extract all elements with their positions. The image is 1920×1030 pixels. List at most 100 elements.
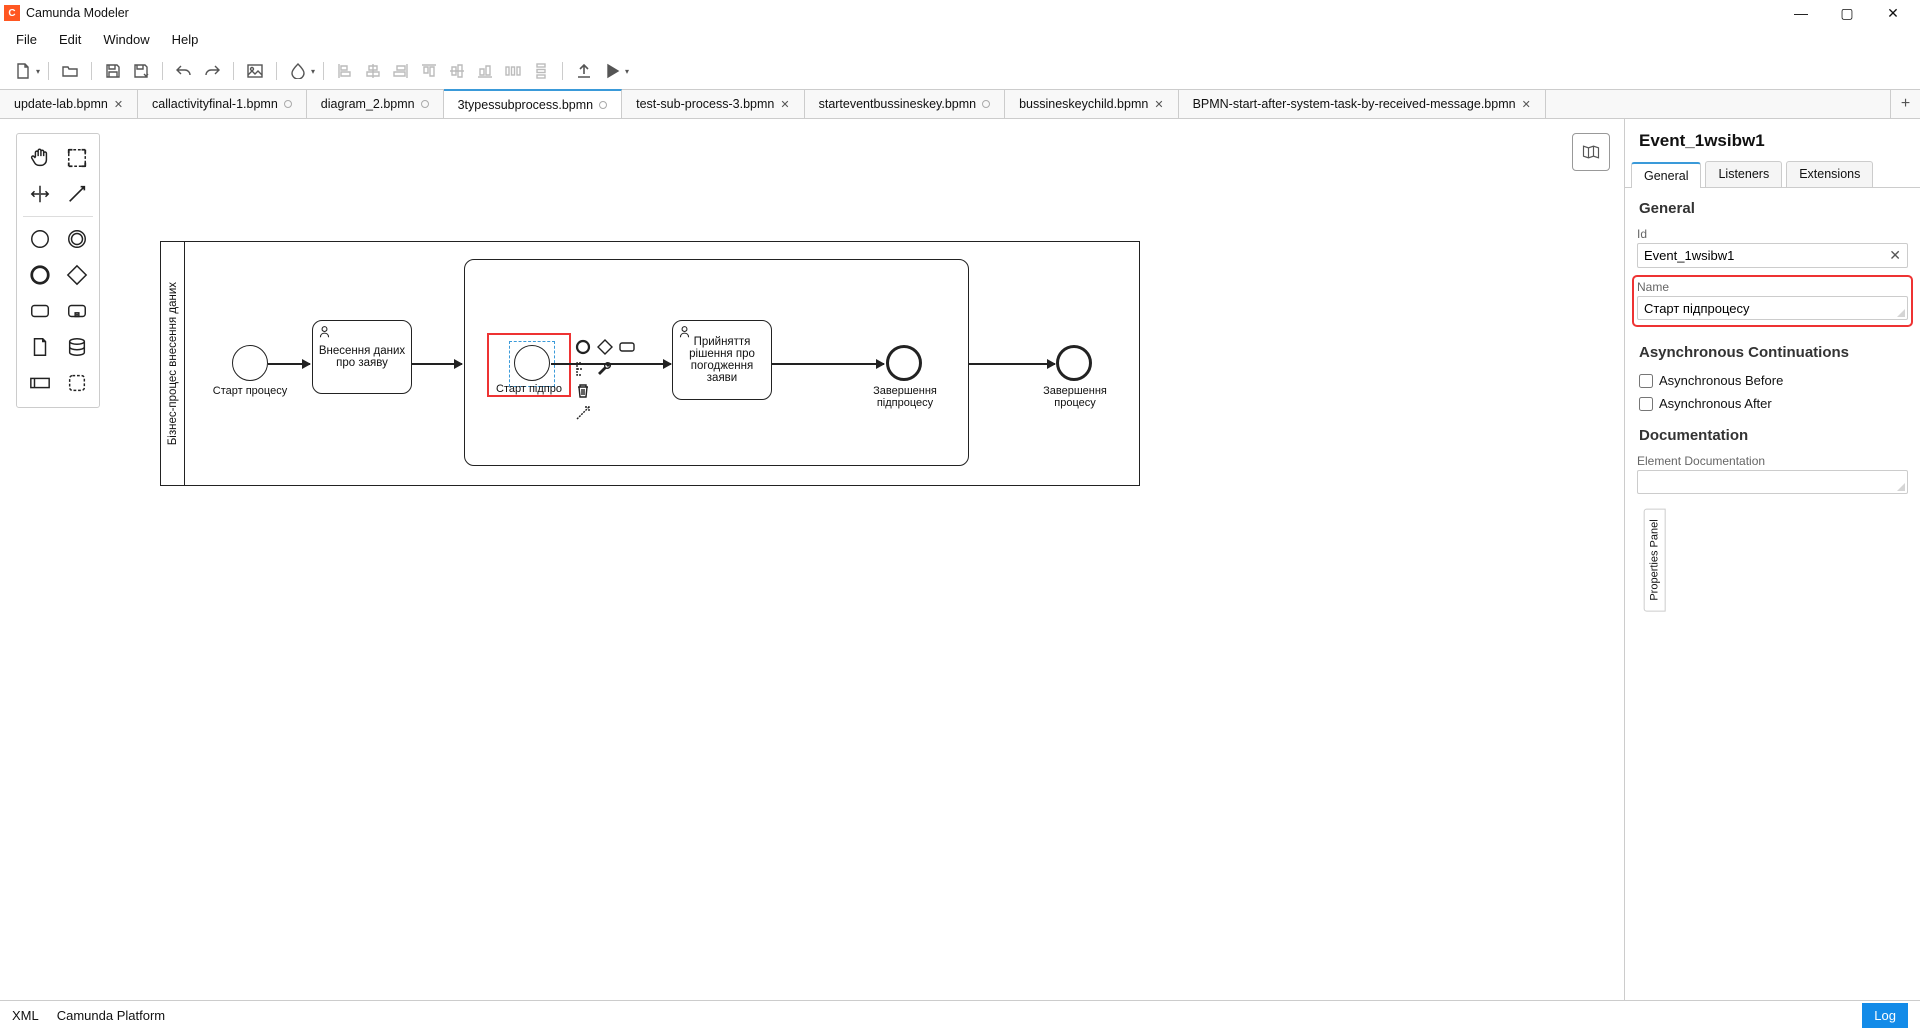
save-button[interactable] (100, 58, 126, 84)
end-event-label: Завершення процесу (1030, 385, 1120, 409)
tab-1[interactable]: callactivityfinal-1.bpmn (138, 90, 307, 118)
save-as-button[interactable] (128, 58, 154, 84)
subprocess-tool[interactable] (63, 297, 91, 325)
tab-add-button[interactable]: + (1890, 90, 1920, 118)
documentation-label: Element Documentation (1637, 454, 1908, 470)
space-tool[interactable] (26, 180, 54, 208)
properties-panel-toggle[interactable]: Properties Panel (1644, 508, 1666, 611)
open-file-button[interactable] (57, 58, 83, 84)
tab-label: diagram_2.bpmn (321, 97, 415, 111)
documentation-input[interactable] (1638, 471, 1907, 493)
field-documentation: Element Documentation (1625, 452, 1920, 502)
data-object-tool[interactable] (26, 333, 54, 361)
status-platform[interactable]: Camunda Platform (57, 1008, 165, 1023)
tab-close-icon[interactable]: ✕ (1154, 98, 1163, 111)
lasso-tool[interactable] (63, 144, 91, 172)
minimap-toggle[interactable] (1572, 133, 1610, 171)
async-before-checkbox[interactable] (1639, 374, 1653, 388)
group-tool[interactable] (63, 369, 91, 397)
tab-label: callactivityfinal-1.bpmn (152, 97, 278, 111)
connect-tool[interactable] (63, 180, 91, 208)
align-top-button[interactable] (416, 58, 442, 84)
run-dropdown-icon[interactable]: ▾ (625, 67, 629, 76)
user-task-2[interactable]: Прийняття рішення про погодження заяви (672, 320, 772, 400)
resize-handle-icon[interactable] (1895, 481, 1905, 491)
window-minimize-button[interactable]: — (1778, 0, 1824, 26)
distribute-h-button[interactable] (500, 58, 526, 84)
intermediate-event-tool[interactable] (63, 225, 91, 253)
tab-6[interactable]: bussineskeychild.bpmn✕ (1005, 90, 1178, 118)
deploy-button[interactable] (571, 58, 597, 84)
hand-tool[interactable] (26, 144, 54, 172)
sequence-flow[interactable] (969, 363, 1055, 365)
align-center-button[interactable] (360, 58, 386, 84)
group-documentation: Documentation (1625, 415, 1920, 452)
user-task-1[interactable]: Внесення даних про заяву (312, 320, 412, 394)
tab-5[interactable]: starteventbussineskey.bpmn (805, 90, 1006, 118)
align-middle-button[interactable] (444, 58, 470, 84)
status-xml[interactable]: XML (12, 1008, 39, 1023)
start-event[interactable] (232, 345, 268, 381)
ctx-end-event[interactable] (574, 338, 592, 356)
new-file-dropdown-icon[interactable]: ▾ (36, 67, 40, 76)
subprocess-start-event[interactable] (514, 345, 550, 381)
tab-2[interactable]: diagram_2.bpmn (307, 90, 444, 118)
color-dropdown-icon[interactable]: ▾ (311, 67, 315, 76)
undo-button[interactable] (171, 58, 197, 84)
ctx-delete[interactable] (574, 382, 592, 400)
subprocess-end-event[interactable] (886, 345, 922, 381)
export-image-button[interactable] (242, 58, 268, 84)
tab-3[interactable]: 3typessubprocess.bpmn (444, 89, 623, 118)
run-button[interactable] (599, 58, 625, 84)
menu-edit[interactable]: Edit (53, 30, 87, 49)
menu-window[interactable]: Window (97, 30, 155, 49)
sequence-flow[interactable] (772, 363, 884, 365)
ctx-gateway[interactable] (596, 338, 614, 356)
align-bottom-button[interactable] (472, 58, 498, 84)
tab-label: update-lab.bpmn (14, 97, 108, 111)
tab-close-icon[interactable]: ✕ (1522, 98, 1531, 111)
id-clear-button[interactable]: ✕ (1883, 247, 1907, 264)
tab-general[interactable]: General (1631, 162, 1701, 188)
resize-handle-icon[interactable] (1895, 307, 1905, 317)
tab-close-icon[interactable]: ✕ (114, 98, 123, 111)
sequence-flow[interactable] (268, 363, 310, 365)
end-event[interactable] (1056, 345, 1092, 381)
start-event-tool[interactable] (26, 225, 54, 253)
name-input[interactable] (1638, 297, 1907, 319)
tab-4[interactable]: test-sub-process-3.bpmn✕ (622, 90, 804, 118)
tab-label: 3typessubprocess.bpmn (458, 98, 594, 112)
sequence-flow[interactable] (412, 363, 462, 365)
pool-label: Бізнес-процес внесення даних (161, 242, 185, 485)
async-after-checkbox[interactable] (1639, 397, 1653, 411)
pool-tool[interactable] (26, 369, 54, 397)
diagram-canvas[interactable]: Бізнес-процес внесення даних Старт проце… (100, 119, 1624, 1001)
log-button[interactable]: Log (1862, 1003, 1908, 1028)
tab-7[interactable]: BPMN-start-after-system-task-by-received… (1179, 90, 1546, 118)
async-before-label: Asynchronous Before (1659, 373, 1783, 388)
end-event-tool[interactable] (26, 261, 54, 289)
tab-extensions[interactable]: Extensions (1786, 161, 1873, 187)
sequence-flow[interactable] (551, 363, 671, 365)
async-after-row: Asynchronous After (1625, 392, 1920, 415)
menu-help[interactable]: Help (166, 30, 205, 49)
redo-button[interactable] (199, 58, 225, 84)
ctx-task[interactable] (618, 338, 636, 356)
tab-listeners[interactable]: Listeners (1705, 161, 1782, 187)
window-maximize-button[interactable]: ▢ (1824, 0, 1870, 26)
ctx-connect[interactable] (574, 404, 592, 422)
tab-0[interactable]: update-lab.bpmn ✕ (0, 90, 138, 118)
new-file-button[interactable] (10, 58, 36, 84)
align-right-button[interactable] (388, 58, 414, 84)
distribute-v-button[interactable] (528, 58, 554, 84)
menu-file[interactable]: File (10, 30, 43, 49)
align-left-button[interactable] (332, 58, 358, 84)
gateway-tool[interactable] (63, 261, 91, 289)
data-store-tool[interactable] (63, 333, 91, 361)
color-button[interactable] (285, 58, 311, 84)
main-area: Бізнес-процес внесення даних Старт проце… (0, 119, 1920, 1001)
task-tool[interactable] (26, 297, 54, 325)
window-close-button[interactable]: ✕ (1870, 0, 1916, 26)
id-input[interactable] (1638, 244, 1883, 267)
tab-close-icon[interactable]: ✕ (780, 98, 789, 111)
